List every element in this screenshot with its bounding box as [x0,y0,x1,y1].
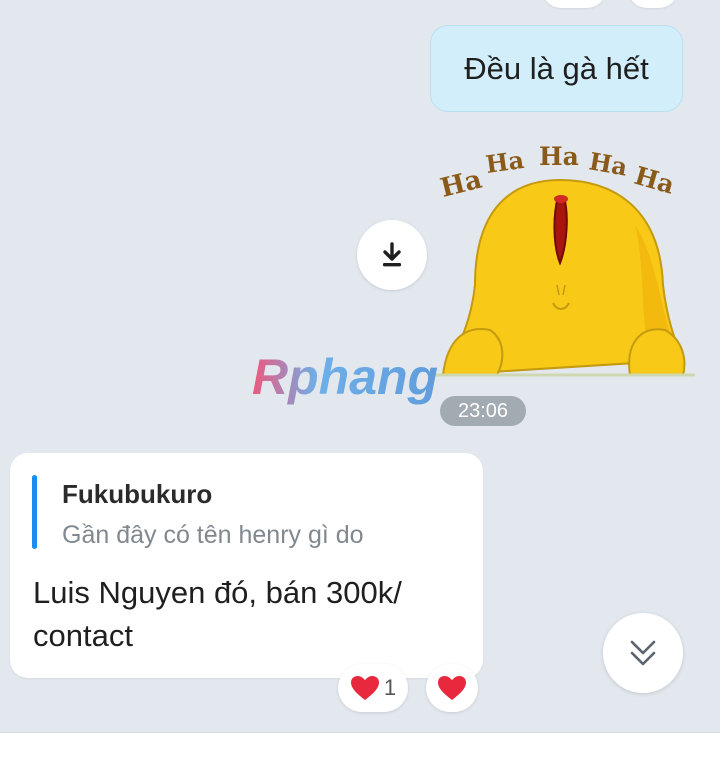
message-time: 23:06 [440,396,526,426]
svg-text:Ha: Ha [484,145,526,179]
received-message-text: Luis Nguyen đó, bán 300k/ contact [33,575,402,653]
add-heart-reaction-button[interactable] [426,664,478,712]
scroll-to-bottom-button[interactable] [603,613,683,693]
heart-count: 1 [383,675,397,700]
quote-author: Fukubukuro [62,479,213,509]
time-label: 23:06 [457,399,509,422]
svg-text:Rphang: Rphang [252,349,438,405]
laughing-chick-sticker[interactable]: Ha Ha Ha Ha Ha [435,135,695,380]
sent-message-bubble[interactable]: Đều là gà hết [430,25,683,112]
message-input-bar[interactable] [0,732,720,765]
svg-text:Ha: Ha [587,146,630,181]
reaction-chip-partial[interactable] [542,0,606,8]
svg-text:Ha: Ha [437,165,485,204]
heart-icon [350,676,379,700]
download-icon [383,242,401,267]
svg-text:Ha: Ha [539,142,579,171]
download-button[interactable] [357,220,427,290]
heart-reaction-count[interactable]: 1 [338,664,408,712]
svg-text:Ha: Ha [631,161,677,200]
sticker-image: Ha Ha Ha Ha Ha [435,142,695,377]
reaction-chip-partial[interactable] [628,0,678,8]
watermark-logo: Rphang [250,348,470,412]
quote-accent-bar [32,475,37,549]
sent-message-text: Đều là gà hết [464,50,649,86]
quote-text: Gần đây có tên henry gì do [62,521,364,549]
double-chevron-down-icon [630,640,656,666]
heart-icon [438,676,466,700]
received-message-bubble[interactable]: Fukubukuro Gần đây có tên henry gì do Lu… [10,453,483,678]
